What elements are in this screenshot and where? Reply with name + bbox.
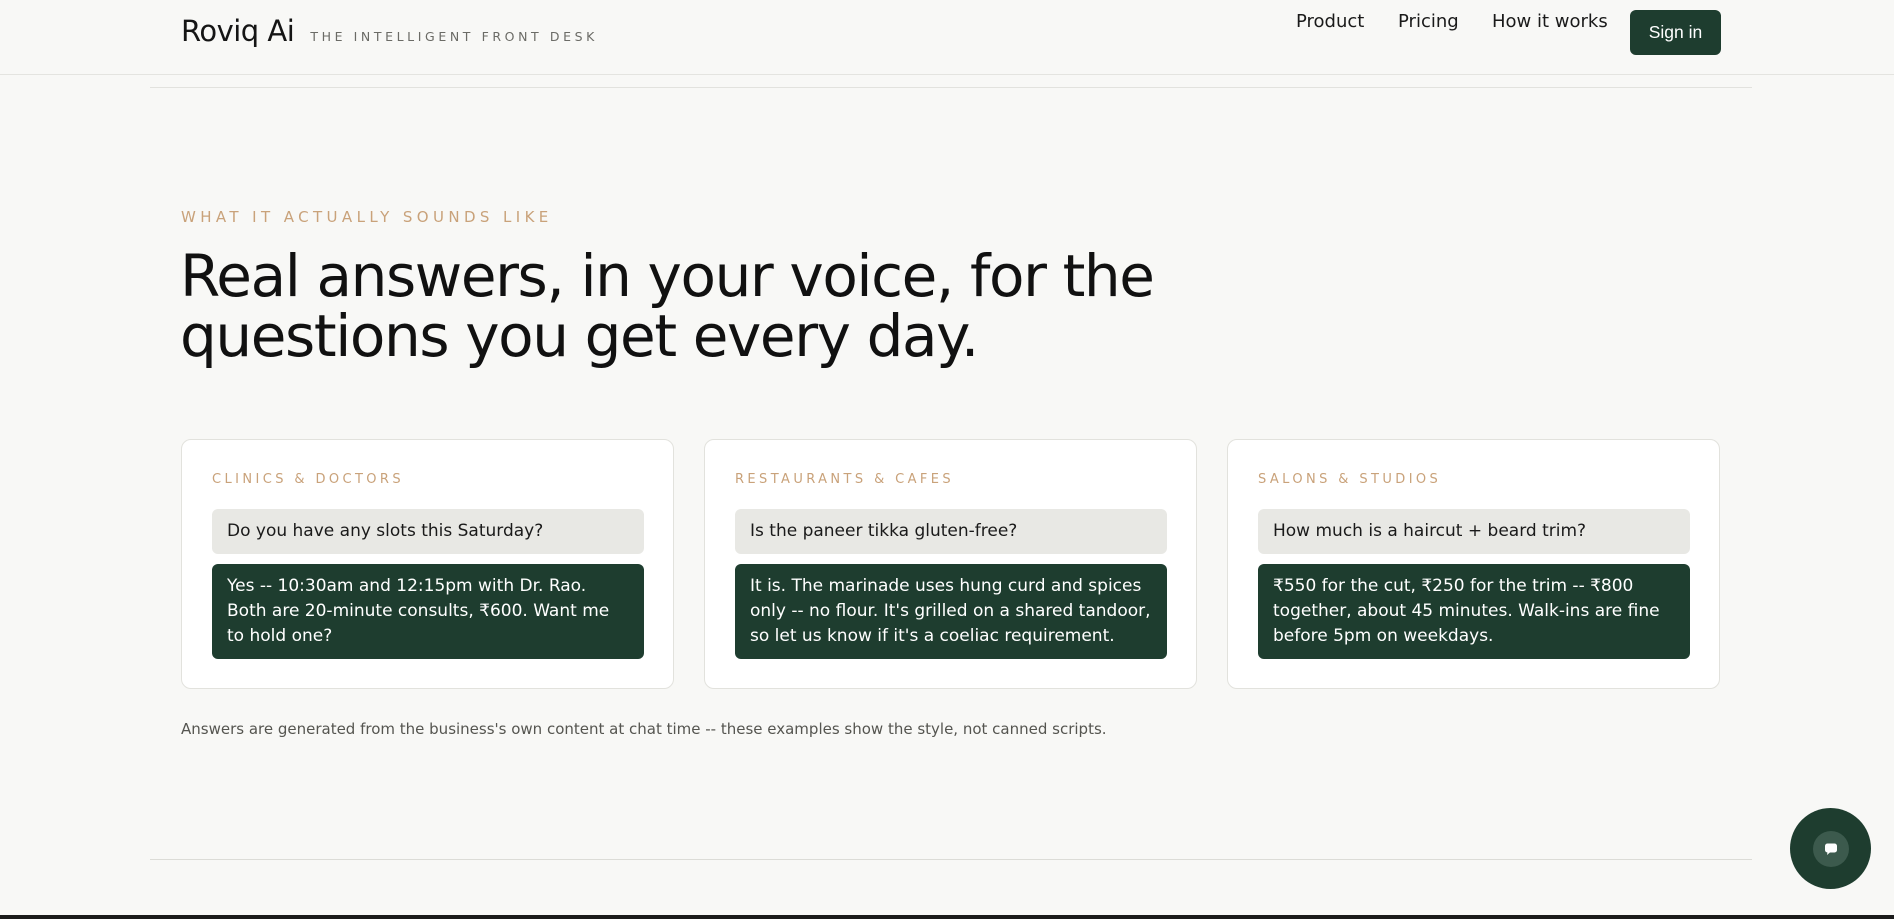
page: Roviq Ai THE INTELLIGENT FRONT DESK Prod… [0,0,1894,919]
example-card-restaurants: RESTAURANTS & CAFES Is the paneer tikka … [704,439,1197,689]
examples-disclaimer: Answers are generated from the business'… [181,720,1107,738]
nav-how-it-works-link[interactable]: How it works [1492,11,1608,32]
section-divider-bottom [150,859,1752,860]
nav-product-link[interactable]: Product [1296,11,1364,32]
answer-bubble: ₹550 for the cut, ₹250 for the trim -- ₹… [1258,564,1690,659]
brand[interactable]: Roviq Ai THE INTELLIGENT FRONT DESK [181,14,598,48]
question-bubble: Do you have any slots this Saturday? [212,509,644,554]
section-divider-top [150,87,1752,88]
site-header: Roviq Ai THE INTELLIGENT FRONT DESK Prod… [0,0,1894,75]
example-card-clinics: CLINICS & DOCTORS Do you have any slots … [181,439,674,689]
chat-bubble-icon [1824,843,1837,855]
footer-edge [0,915,1894,919]
chat-launcher-inner [1812,830,1849,867]
card-label: CLINICS & DOCTORS [212,472,405,487]
example-card-salons: SALONS & STUDIOS How much is a haircut +… [1227,439,1720,689]
section-eyebrow: WHAT IT ACTUALLY SOUNDS LIKE [181,208,553,226]
card-label: SALONS & STUDIOS [1258,472,1442,487]
headline-line-2: questions you get every day. [180,302,979,370]
answer-bubble: It is. The marinade uses hung curd and s… [735,564,1167,659]
nav-pricing-link[interactable]: Pricing [1398,11,1459,32]
question-bubble: Is the paneer tikka gluten-free? [735,509,1167,554]
sign-in-button[interactable]: Sign in [1630,10,1721,55]
question-bubble: How much is a haircut + beard trim? [1258,509,1690,554]
card-label: RESTAURANTS & CAFES [735,472,955,487]
section-headline: Real answers, in your voice, for the que… [180,246,1180,366]
chat-launcher-button[interactable] [1790,808,1871,889]
answer-bubble: Yes -- 10:30am and 12:15pm with Dr. Rao.… [212,564,644,659]
brand-name[interactable]: Roviq Ai [181,14,295,48]
brand-tagline: THE INTELLIGENT FRONT DESK [310,29,598,44]
headline-line-1: Real answers, in your voice, for the [180,242,1155,310]
